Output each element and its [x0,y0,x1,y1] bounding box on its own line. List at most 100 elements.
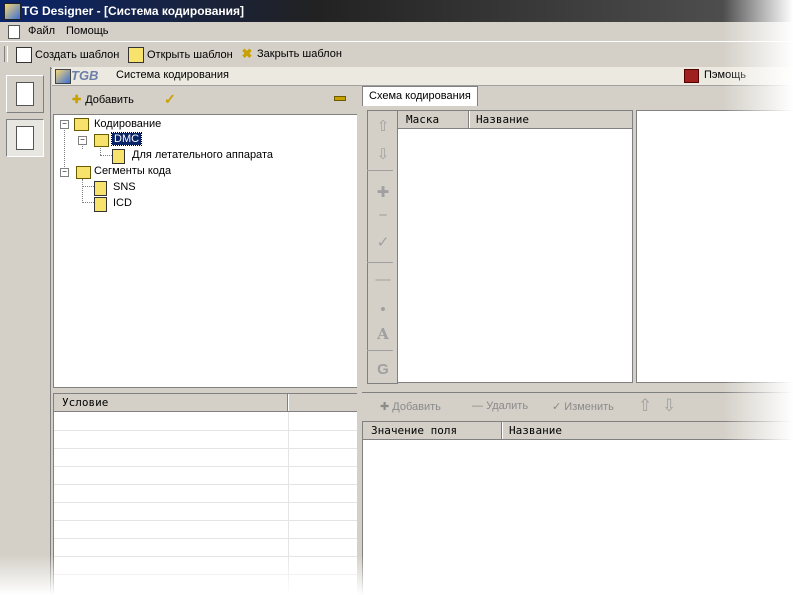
field-add-button[interactable]: ✚ Добавить [380,400,441,413]
field-edit-label: Изменить [564,401,614,413]
tree-apply-button[interactable]: ✓ [164,91,176,108]
tree-guide [82,202,94,203]
row-gridline [54,556,357,557]
document-list-icon [16,126,34,150]
row-gridline [54,430,357,431]
row-gridline [54,538,357,539]
tree-collapse-toggle[interactable]: − [60,168,69,177]
letter-g-button[interactable]: G [372,361,394,378]
mask-column-header[interactable]: Маска [406,113,439,126]
dash-icon[interactable]: — [372,271,394,288]
row-gridline [54,520,357,521]
brand-logo: TGB [71,68,99,83]
open-folder-icon [128,47,144,63]
scheme-grid: Маска Название [397,110,633,383]
field-edit-button[interactable]: ✓ Изменить [552,400,614,413]
menu-help[interactable]: Помощь [66,25,109,37]
tab-coding-scheme-label: Схема кодирования [369,90,471,102]
row-gridline [54,448,357,449]
scheme-tool-column: ⇧ ⇩ ✚ − ✓ — • A G [367,110,398,384]
tree-node-icd[interactable]: ICD [113,197,132,209]
main-toolbar: Создать шаблон Открыть шаблон ✖ Закрыть … [0,41,793,69]
close-icon: ✖ [241,46,253,61]
create-template-button[interactable]: Создать шаблон [16,47,119,63]
document-icon [112,149,125,164]
move-up-icon[interactable]: ⇧ [372,117,394,135]
close-template-label: Закрыть шаблон [257,48,342,60]
help-link[interactable]: Пэмощь [704,69,746,81]
new-document-icon [16,47,32,63]
tree-collapse-toggle[interactable]: − [60,120,69,129]
app-window: TG Designer - [Система кодирования] Файл… [0,0,793,595]
menu-file[interactable]: Файл [28,25,55,37]
name-column-header[interactable]: Название [509,424,562,437]
menu-bar: Файл Помощь [0,22,793,41]
plus-icon[interactable]: ✚ [372,183,394,201]
letter-a-button[interactable]: A [372,325,394,343]
tree-guide [82,179,83,203]
column-divider[interactable] [501,422,503,439]
content-header: TGB Система кодирования Пэмощь [52,67,793,86]
row-gridline [54,502,357,503]
open-template-button[interactable]: Открыть шаблон [128,47,233,63]
field-values-grid-header: Значение поля Название [363,422,793,440]
tree-add-button[interactable]: ✚ Добавить [72,93,134,107]
check-icon[interactable]: ✓ [372,233,394,251]
tree-toolbar: ✚ Добавить ✓ [52,86,358,114]
row-gridline [54,484,357,485]
tree-collapse-toggle[interactable]: − [78,136,87,145]
tree-node-aircraft[interactable]: Для летательного аппарата [132,149,273,161]
folder-icon [76,166,91,179]
tree-add-label: Добавить [85,93,134,106]
open-template-label: Открыть шаблон [147,49,233,61]
move-down-icon[interactable]: ⇩ [372,145,394,163]
tree-node-sns[interactable]: SNS [113,181,136,193]
field-values-grid: Значение поля Название [362,421,793,595]
tool-separator [367,350,393,351]
field-add-label: Добавить [392,401,441,413]
preview-pane [636,110,793,383]
field-toolbar: ✚ Добавить — Удалить ✓ Изменить ⇧ ⇩ [362,392,793,421]
sidebar-designer-button[interactable] [6,75,44,113]
window-title: TG Designer - [Система кодирования] [22,4,245,18]
tree-remove-button[interactable] [334,96,346,101]
minus-icon[interactable]: − [372,207,394,224]
tree-node-code-segments[interactable]: Сегменты кода [94,165,171,177]
condition-column-header[interactable]: Условие [62,396,108,409]
plus-icon: ✚ [380,401,393,413]
sidebar-coding-button[interactable] [6,119,44,157]
title-bar[interactable]: TG Designer - [Система кодирования] [0,0,793,22]
coding-tree: − Кодирование − DMC Для летательного апп… [53,114,358,388]
create-template-label: Создать шаблон [35,49,120,61]
column-divider[interactable] [468,111,470,128]
vertical-splitter[interactable] [357,86,361,595]
tree-guide [100,155,112,156]
pencil-page-icon [16,82,34,106]
mode-sidebar [0,67,51,595]
row-gridline [54,574,357,575]
minus-icon: — [472,400,487,412]
header-title: Система кодирования [116,69,229,81]
column-divider[interactable] [287,394,289,411]
move-down-icon[interactable]: ⇩ [662,396,676,416]
folder-icon [94,134,109,147]
tree-node-dmc[interactable]: DMC [110,132,143,146]
close-template-button[interactable]: ✖ Закрыть шаблон [240,47,342,61]
row-gridline [54,466,357,467]
name-column-header[interactable]: Название [476,113,529,126]
folder-icon [74,118,89,131]
toolbar-grip [4,46,8,62]
conditions-grid: Условие [53,393,358,595]
document-icon [94,181,107,196]
field-delete-button[interactable]: — Удалить [472,400,528,412]
check-icon: ✓ [552,401,565,413]
move-up-icon[interactable]: ⇧ [638,396,652,416]
document-icon [94,197,107,212]
dot-icon[interactable]: • [372,301,394,318]
tab-coding-scheme[interactable]: Схема кодирования [362,86,478,106]
help-book-icon [684,69,699,83]
tree-node-coding[interactable]: Кодирование [94,118,161,130]
tree-guide [64,125,65,173]
field-value-column-header[interactable]: Значение поля [371,424,457,437]
tgb-logo-icon [55,69,71,84]
